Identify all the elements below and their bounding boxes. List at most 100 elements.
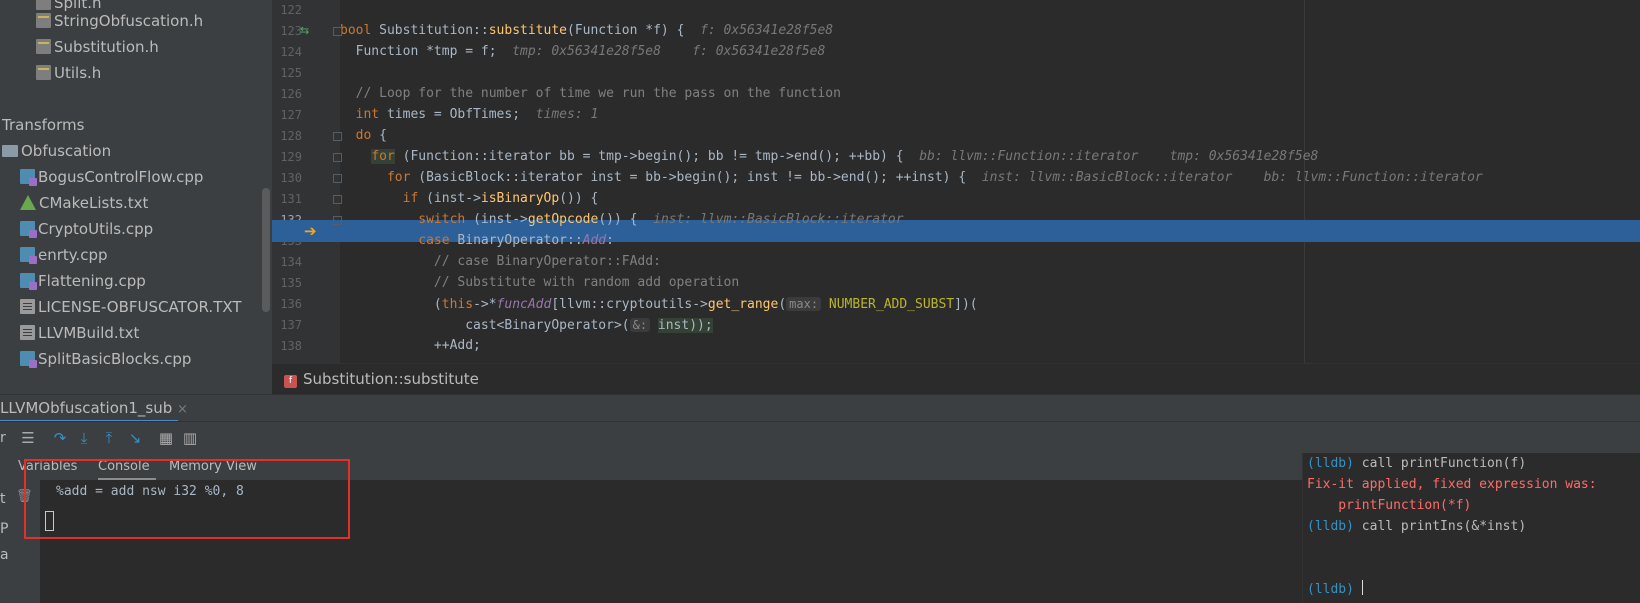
- lldb-prompt-line[interactable]: (lldb): [1307, 579, 1363, 601]
- tree-item-label: StringObfuscation.h: [54, 12, 204, 30]
- line-number: 125: [280, 66, 302, 80]
- code-line-126: // Loop for the number of time we run th…: [355, 86, 841, 101]
- tree-item-label: enrty.cpp: [38, 246, 108, 264]
- tree-item[interactable]: Obfuscation: [2, 138, 111, 164]
- step-over-icon[interactable]: ↷: [50, 428, 70, 448]
- param-hint: &:: [629, 318, 651, 332]
- fold-marker-icon[interactable]: [333, 153, 342, 162]
- fold-marker-icon[interactable]: [333, 132, 342, 141]
- editor-gutter[interactable]: 1221231241251261271281291301311321331341…: [272, 0, 340, 363]
- code-line-124: Function *tmp = f; tmp: 0x56341e28f5e8 f…: [355, 44, 826, 59]
- header-file-icon: [36, 65, 51, 80]
- annotation-highlight-box: [24, 459, 350, 539]
- tree-item-label: SplitBasicBlocks.cpp: [38, 350, 192, 368]
- fold-marker-icon[interactable]: [333, 174, 342, 183]
- tree-item[interactable]: CryptoUtils.cpp: [20, 216, 153, 242]
- code-line-133: case BinaryOperator::Add:: [418, 233, 614, 248]
- code-line-132: switch (inst->getOpcode()) { inst: llvm:…: [418, 212, 904, 227]
- line-number: 122: [280, 3, 302, 17]
- breadcrumb-function[interactable]: Substitution::substitute: [303, 370, 479, 388]
- code-line-136: (this->*funcAdd[llvm::cryptoutils->get_r…: [433, 297, 978, 312]
- toolbar-cut-label: r: [0, 430, 6, 446]
- tree-item[interactable]: enrty.cpp: [20, 242, 108, 268]
- line-number: 128: [280, 129, 302, 143]
- lldb-line: (lldb) call printIns(&*inst): [1307, 519, 1527, 534]
- line-number: 124: [280, 45, 302, 59]
- layout-icon[interactable]: ▥: [180, 428, 200, 448]
- tree-item[interactable]: BogusControlFlow.cpp: [20, 164, 203, 190]
- lldb-console[interactable]: (lldb) call printFunction(f) Fix-it appl…: [1302, 453, 1640, 603]
- lldb-line: (lldb) call printFunction(f): [1307, 456, 1527, 471]
- text-cursor: [1361, 580, 1363, 595]
- step-into-icon[interactable]: ⤓: [74, 428, 94, 448]
- strip-label: P: [0, 521, 9, 537]
- cpp-file-icon: [20, 221, 37, 238]
- line-number: 137: [280, 318, 302, 332]
- debug-session-tab[interactable]: LLVMObfuscation1_sub ×: [0, 395, 194, 422]
- strip-label: t: [0, 491, 6, 507]
- cpp-file-icon: [20, 169, 37, 186]
- header-file-icon: [36, 13, 51, 28]
- text-file-icon: [20, 299, 35, 314]
- code-editor[interactable]: 1221231241251261271281291301311321331341…: [272, 0, 1640, 363]
- line-number: 138: [280, 339, 302, 353]
- tree-item-label: Flattening.cpp: [38, 272, 146, 290]
- lldb-error-line: printFunction(*f): [1307, 498, 1472, 513]
- tree-item[interactable]: StringObfuscation.h: [36, 8, 203, 34]
- tree-scrollbar[interactable]: [262, 188, 270, 312]
- code-line-130: for (BasicBlock::iterator inst = bb->beg…: [386, 170, 1483, 185]
- line-number: 136: [280, 297, 302, 311]
- code-line-123: bool Substitution::substitute(Function *…: [340, 23, 834, 38]
- close-icon[interactable]: ×: [177, 402, 188, 417]
- tree-item-label: CMakeLists.txt: [39, 194, 149, 212]
- tree-item-label: LICENSE-OBFUSCATOR.TXT: [38, 298, 242, 316]
- cmake-icon: [20, 195, 36, 210]
- evaluate-expression-icon[interactable]: ▦: [156, 428, 176, 448]
- tree-item[interactable]: SplitBasicBlocks.cpp: [20, 346, 191, 372]
- step-into-gutter-icon[interactable]: ⇆: [300, 24, 309, 37]
- code-line-137: cast<BinaryOperator>(&: inst));: [465, 318, 713, 333]
- code-line-128: do {: [355, 128, 387, 143]
- line-number: 131: [280, 192, 302, 206]
- execution-point-arrow-icon: ➔: [304, 222, 317, 240]
- line-number: 127: [280, 108, 302, 122]
- cpp-file-icon: [20, 351, 37, 368]
- tree-item[interactable]: Flattening.cpp: [20, 268, 146, 294]
- param-hint: max:: [786, 297, 822, 311]
- tree-item[interactable]: LLVMBuild.txt: [20, 320, 139, 346]
- inline-value-hint: f: 0x56341e28f5e8: [700, 23, 834, 38]
- fold-marker-icon[interactable]: [333, 216, 342, 225]
- code-line-127: int times = ObfTimes; times: 1: [355, 107, 599, 122]
- step-out-icon[interactable]: ⤒: [99, 428, 119, 448]
- settings-list-icon[interactable]: ☰: [18, 428, 38, 448]
- folder-icon: [2, 145, 18, 157]
- line-number: 134: [280, 255, 302, 269]
- fold-marker-icon[interactable]: [333, 195, 342, 204]
- tree-item[interactable]: Utils.h: [36, 60, 101, 86]
- breadcrumb[interactable]: f Substitution::substitute: [272, 363, 1640, 394]
- project-tree: Split.h StringObfuscation.h Substitution.h…: [0, 0, 272, 394]
- header-file-icon: [36, 39, 51, 54]
- fold-marker-icon[interactable]: [333, 27, 342, 36]
- debug-toolbar: r ☰ ↷ ⤓ ⤒ ↘ ▦ ▥: [0, 421, 1640, 453]
- tree-item-label: LLVMBuild.txt: [38, 324, 140, 342]
- code-line-129: for (Function::iterator bb = tmp->begin(…: [371, 149, 1319, 164]
- tree-item[interactable]: Transforms: [2, 112, 84, 138]
- debug-header: LLVMObfuscation1_sub ×: [0, 394, 1640, 422]
- line-number: 130: [280, 171, 302, 185]
- tree-item-label: Transforms: [2, 116, 85, 134]
- tree-item[interactable]: Substitution.h: [36, 34, 159, 60]
- tree-item-label: BogusControlFlow.cpp: [38, 168, 204, 186]
- run-to-cursor-icon[interactable]: ↘: [125, 428, 145, 448]
- tree-item[interactable]: LICENSE-OBFUSCATOR.TXT: [20, 294, 242, 320]
- strip-label: a: [0, 547, 9, 563]
- cpp-file-icon: [20, 247, 37, 264]
- code-line-135: // Substitute with random add operation: [433, 275, 740, 290]
- lldb-error-line: Fix-it applied, fixed expression was:: [1307, 477, 1597, 492]
- cpp-file-icon: [20, 273, 37, 290]
- tree-item-label: Utils.h: [54, 64, 102, 82]
- tree-item[interactable]: CMakeLists.txt: [20, 190, 148, 216]
- line-number: 123: [280, 24, 302, 38]
- text-file-icon: [20, 325, 35, 340]
- function-icon: f: [284, 375, 297, 388]
